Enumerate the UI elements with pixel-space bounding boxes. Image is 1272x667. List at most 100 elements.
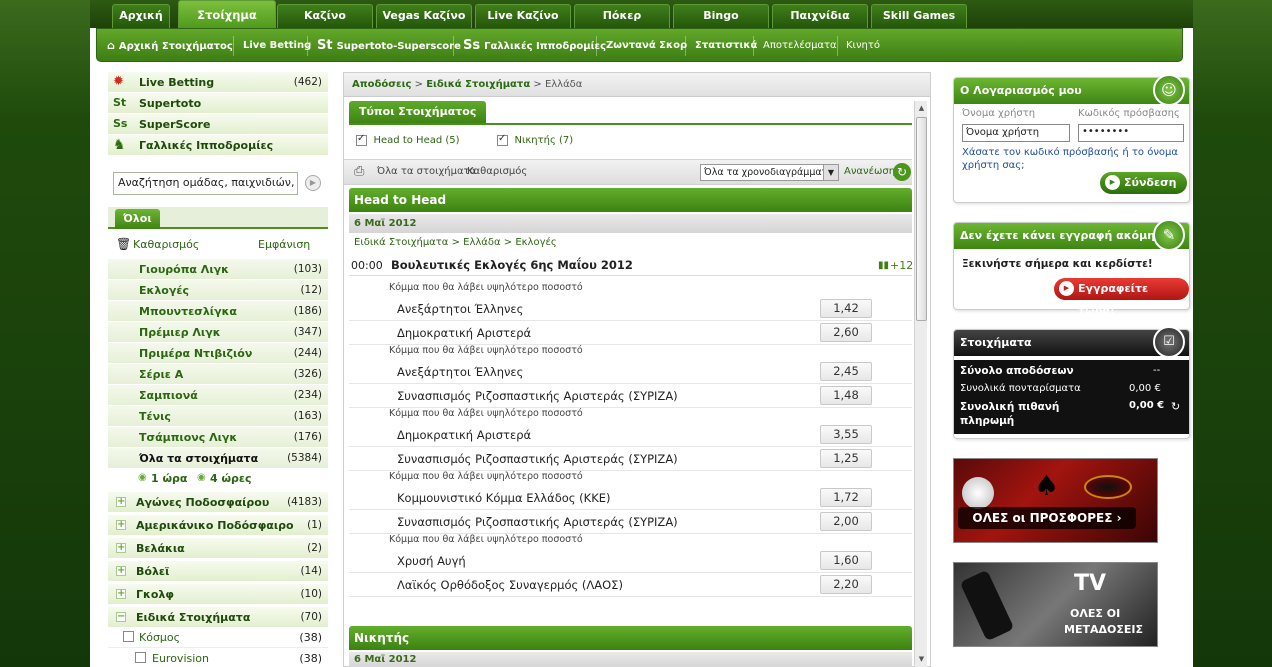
- search-input[interactable]: Αναζήτηση ομάδας, παιχνιδιών, γεγ: [113, 172, 298, 195]
- checkbox[interactable]: [123, 631, 134, 642]
- tab-bingo[interactable]: Bingo: [673, 4, 769, 28]
- checkbox[interactable]: [135, 652, 146, 663]
- subnav-betting-home[interactable]: ⌂ Αρχική Στοιχήματος: [107, 29, 233, 63]
- league-item[interactable]: Τσάμπιονς Λιγκ (176): [108, 427, 328, 448]
- expand-icon[interactable]: +: [116, 566, 126, 576]
- tab-vegas-casino[interactable]: Vegas Καζίνο: [376, 4, 472, 28]
- tv-banner[interactable]: TV ΟΛΕΣ ΟΙ ΜΕΤΑΔΟΣΕΙΣ: [953, 562, 1158, 647]
- chevron-up-icon[interactable]: ▲: [916, 103, 927, 114]
- expand-icon[interactable]: +: [116, 543, 126, 553]
- sidebar-item-live-betting[interactable]: ✹ Live Betting (462): [108, 72, 328, 93]
- sport-item[interactable]: + Βόλεϊ (14): [108, 561, 328, 582]
- more-markets-link[interactable]: +12: [890, 255, 913, 276]
- odds-button[interactable]: 2,60: [820, 323, 872, 342]
- superscore-icon: Ss: [113, 117, 128, 130]
- stats-icon[interactable]: ▮▮: [878, 255, 889, 276]
- register-button[interactable]: Εγγραφείτε τώρα!: [1054, 278, 1189, 317]
- timeframe-select[interactable]: Όλα τα χρονοδιαγράμματ ▼: [700, 164, 839, 181]
- league-item[interactable]: Εκλογές (12): [108, 280, 328, 301]
- filter-winner[interactable]: Νικητής (7): [497, 133, 573, 146]
- group-header-winner[interactable]: Νικητής: [349, 626, 912, 650]
- refresh-link[interactable]: Ανανέωση: [844, 166, 895, 177]
- subnav-results[interactable]: Αποτελέσματα: [763, 29, 837, 63]
- time-1-hour[interactable]: 1 ώρα: [151, 472, 187, 485]
- sport-item[interactable]: + Βελάκια (2): [108, 538, 328, 559]
- odds-button[interactable]: 1,72: [820, 488, 872, 507]
- tab-poker[interactable]: Πόκερ: [574, 4, 670, 28]
- odds-button[interactable]: 1,48: [820, 386, 872, 405]
- tab-live-casino[interactable]: Live Καζίνο: [475, 4, 571, 28]
- sidebar-item-superscore[interactable]: Ss SuperScore: [108, 114, 328, 135]
- subnav-live-scores[interactable]: Ζωντανά Σκορ: [606, 29, 687, 63]
- username-input[interactable]: Όνομα χρήστη: [962, 124, 1070, 142]
- trash-icon[interactable]: 🗑: [116, 237, 131, 251]
- tab-games[interactable]: Παιχνίδια: [772, 4, 868, 28]
- league-item[interactable]: Όλα τα στοιχήματα (5384): [108, 448, 328, 469]
- tab-skill-games[interactable]: Skill Games: [871, 4, 967, 28]
- odds-button[interactable]: 2,20: [820, 575, 872, 594]
- chevron-down-icon[interactable]: ▼: [916, 654, 927, 665]
- sport-item[interactable]: + Αγώνες Ποδοσφαίρου (4183): [108, 492, 328, 513]
- sidebar-item-french-races[interactable]: ♞ Γαλλικές Ιπποδρομίες: [108, 135, 328, 156]
- event-breadcrumb[interactable]: Ειδικά Στοιχήματα > Ελλάδα > Εκλογές: [354, 237, 557, 248]
- subnav-live-betting[interactable]: Live Betting: [243, 29, 311, 63]
- refresh-icon[interactable]: ↻: [1171, 400, 1180, 413]
- chevron-down-icon[interactable]: ▼: [823, 165, 838, 180]
- league-item[interactable]: Τένις (163): [108, 406, 328, 427]
- sport-count: (70): [300, 611, 322, 623]
- league-item[interactable]: Μπουντεσλίγκα (186): [108, 301, 328, 322]
- odds-button[interactable]: 1,60: [820, 551, 872, 570]
- all-bets-link[interactable]: Όλα τα στοιχήματα: [377, 166, 476, 177]
- subnav-statistics[interactable]: Στατιστικά: [695, 29, 757, 63]
- clear-link[interactable]: Καθαρισμός: [467, 166, 527, 177]
- checkbox[interactable]: [356, 133, 367, 146]
- bet-types-tab[interactable]: Τύποι Στοιχήματος: [349, 101, 487, 123]
- collapse-icon[interactable]: −: [116, 612, 126, 622]
- refresh-icon[interactable]: ↻: [893, 163, 911, 181]
- tab-home[interactable]: Αρχική: [112, 4, 170, 28]
- print-icon[interactable]: ⎙: [354, 164, 364, 179]
- event-row[interactable]: 00:00 Βουλευτικές Εκλογές 6ης Μαΐου 2012…: [349, 255, 913, 276]
- odds-button[interactable]: 2,00: [820, 512, 872, 531]
- league-item[interactable]: Πριμέρα Ντιβιζιόν (244): [108, 343, 328, 364]
- password-input[interactable]: ••••••••: [1078, 124, 1184, 142]
- tab-all[interactable]: Όλοι: [115, 209, 160, 229]
- offers-banner[interactable]: ♠ ΟΛΕΣ οι ΠΡΟΣΦΟΡΕΣ ›: [953, 458, 1158, 543]
- login-button[interactable]: Σύνδεση: [1100, 172, 1187, 194]
- show-link[interactable]: Εμφάνιση: [258, 238, 310, 251]
- league-item[interactable]: Γιουρόπα Λιγκ (103): [108, 259, 328, 280]
- expand-icon[interactable]: +: [116, 589, 126, 599]
- sport-item[interactable]: + Γκολφ (10): [108, 584, 328, 605]
- time-4-hours[interactable]: 4 ώρες: [210, 472, 252, 485]
- odds-button[interactable]: 3,55: [820, 425, 872, 444]
- league-item[interactable]: Σέριε Α (326): [108, 364, 328, 385]
- expand-icon[interactable]: +: [116, 520, 126, 530]
- sidebar-item-supertoto[interactable]: St Supertoto: [108, 93, 328, 114]
- odds-button[interactable]: 1,25: [820, 449, 872, 468]
- subnav-french-races[interactable]: Ss Γαλλικές Ιπποδρομίες: [463, 29, 606, 63]
- filter-head-to-head[interactable]: Head to Head (5): [356, 133, 460, 146]
- group-header-head-to-head[interactable]: Head to Head: [349, 188, 912, 212]
- scroll-thumb[interactable]: [916, 117, 927, 321]
- subnav-mobile[interactable]: Κινητό: [846, 29, 880, 63]
- subnav-supertoto[interactable]: St Supertoto-Superscore: [317, 29, 461, 63]
- sport-item[interactable]: + Αμερικάνικο Ποδόσφαιρο (1): [108, 515, 328, 536]
- expand-icon[interactable]: +: [116, 497, 126, 507]
- scrollbar[interactable]: ▲ ▼: [914, 101, 927, 667]
- checkbox[interactable]: [497, 133, 508, 146]
- forgot-password-link[interactable]: Χάσατε τον κωδικό πρόσβασής ή το όνομα χ…: [962, 146, 1184, 172]
- main-content: Αποδόσεις > Ειδικά Στοιχήματα > Ελλάδα Τ…: [343, 72, 931, 667]
- clear-link[interactable]: Καθαρισμός: [133, 238, 199, 251]
- sub-sport-cosmos[interactable]: Κόσμος (38): [108, 627, 328, 648]
- odds-button[interactable]: 1,42: [820, 299, 872, 318]
- crumb-odds[interactable]: Αποδόσεις: [352, 79, 411, 90]
- league-item[interactable]: Σαμπιονά (234): [108, 385, 328, 406]
- crumb-special[interactable]: Ειδικά Στοιχήματα: [426, 79, 530, 90]
- odds-button[interactable]: 2,45: [820, 362, 872, 381]
- league-item[interactable]: Πρέμιερ Λιγκ (347): [108, 322, 328, 343]
- tab-casino[interactable]: Καζίνο: [277, 4, 373, 28]
- search-go-icon[interactable]: ▶: [305, 175, 321, 191]
- tab-betting[interactable]: Στοίχημα: [178, 0, 276, 28]
- sub-sport-eurovision[interactable]: Eurovision (38): [108, 649, 328, 667]
- sport-item[interactable]: − Ειδικά Στοιχήματα (70): [108, 607, 328, 628]
